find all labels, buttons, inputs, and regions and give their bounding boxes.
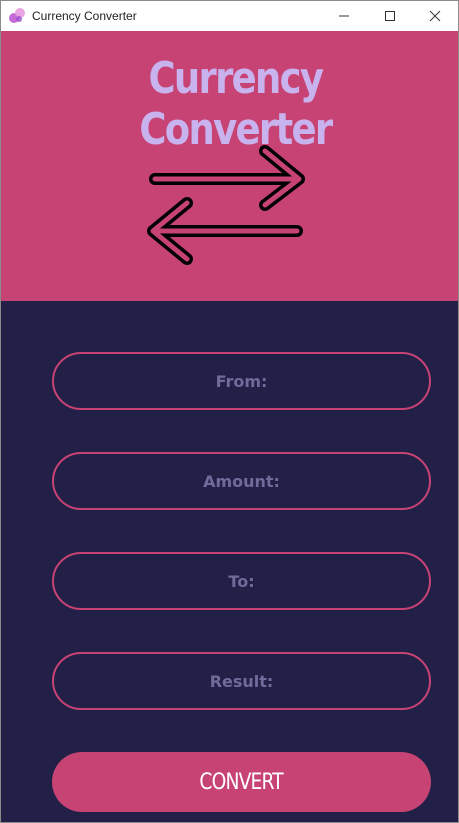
close-icon <box>429 10 441 22</box>
from-input[interactable] <box>89 370 394 392</box>
app-window: Currency Converter Currency Converter Fr… <box>0 0 459 823</box>
convert-button-label: CONVERT <box>199 769 284 795</box>
amount-input[interactable] <box>89 470 394 492</box>
amount-field[interactable] <box>52 452 431 510</box>
maximize-button[interactable] <box>367 1 413 31</box>
close-button[interactable] <box>412 1 458 31</box>
swap-arrows-icon <box>147 145 305 265</box>
minimize-button[interactable] <box>321 1 367 31</box>
to-input[interactable] <box>89 570 394 592</box>
app-title: Currency Converter <box>139 53 333 155</box>
minimize-icon <box>339 15 349 17</box>
app-icon <box>9 8 25 23</box>
to-field[interactable] <box>52 552 431 610</box>
result-field[interactable] <box>52 652 431 710</box>
window-title: Currency Converter <box>32 9 137 23</box>
convert-button[interactable]: CONVERT <box>52 752 431 812</box>
result-input[interactable] <box>89 670 394 692</box>
header-banner: Currency Converter <box>1 31 458 301</box>
title-bar[interactable]: Currency Converter <box>1 0 458 31</box>
from-field[interactable] <box>52 352 431 410</box>
maximize-icon <box>385 11 395 21</box>
